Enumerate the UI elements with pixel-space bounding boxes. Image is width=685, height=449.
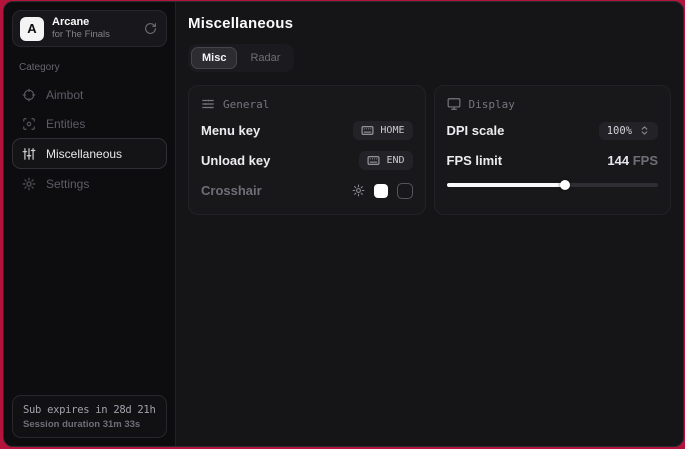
tab-radar[interactable]: Radar — [239, 47, 291, 69]
chevrons-up-down-icon — [639, 125, 650, 136]
unload-key-label: Unload key — [201, 153, 270, 168]
crosshair-label: Crosshair — [201, 183, 262, 198]
app-window: A Arcane for The Finals Category Aimbot … — [3, 1, 684, 447]
dpi-scale-select[interactable]: 100% — [599, 122, 658, 140]
tab-bar: Misc Radar — [188, 44, 294, 72]
tab-misc[interactable]: Misc — [191, 47, 237, 69]
sidebar-item-entities[interactable]: Entities — [12, 109, 167, 138]
sidebar-item-label: Aimbot — [46, 88, 83, 102]
unload-key-row: Unload key END — [201, 150, 413, 171]
sidebar-item-label: Settings — [46, 177, 89, 191]
sidebar-item-label: Entities — [46, 117, 85, 131]
dpi-scale-row: DPI scale 100% — [447, 120, 659, 141]
sidebar-item-label: Miscellaneous — [46, 147, 122, 161]
general-card: General Menu key HOME Unload key — [188, 85, 426, 215]
crosshair-color-swatch[interactable] — [374, 184, 388, 198]
display-card-title: Display — [469, 98, 515, 111]
fps-limit-slider[interactable] — [447, 179, 659, 191]
sidebar-item-aimbot[interactable]: Aimbot — [12, 80, 167, 109]
app-name: Arcane — [52, 16, 110, 30]
main-content: Miscellaneous Misc Radar General Menu ke… — [176, 2, 683, 446]
app-subtitle: for The Finals — [52, 29, 110, 41]
menu-key-value: HOME — [380, 125, 404, 136]
unload-key-value: END — [386, 155, 404, 166]
dpi-scale-value: 100% — [607, 125, 632, 137]
fps-limit-label: FPS limit — [447, 153, 503, 168]
app-logo-card: A Arcane for The Finals — [12, 10, 167, 47]
display-card: Display DPI scale 100% FPS limit 144 FPS — [434, 85, 672, 215]
crosshair-icon — [22, 88, 36, 102]
crosshair-row: Crosshair — [201, 180, 413, 201]
subscription-status-card: Sub expires in 28d 21h Session duration … — [12, 395, 167, 438]
category-label: Category — [19, 62, 167, 73]
fps-limit-row: FPS limit 144 FPS — [447, 150, 659, 171]
keyboard-icon — [361, 124, 374, 137]
session-duration-text: Session duration 31m 33s — [23, 419, 156, 430]
general-card-title: General — [223, 98, 269, 111]
unload-key-button[interactable]: END — [359, 151, 412, 170]
gear-icon — [22, 177, 36, 191]
refresh-icon[interactable] — [144, 22, 157, 35]
monitor-icon — [447, 97, 461, 111]
keyboard-icon — [367, 154, 380, 167]
fps-limit-value: 144 — [607, 153, 629, 168]
sidebar-item-miscellaneous[interactable]: Miscellaneous — [12, 138, 167, 169]
sliders-horizontal-icon — [201, 97, 215, 111]
menu-key-button[interactable]: HOME — [353, 121, 412, 140]
sliders-icon — [22, 147, 36, 161]
sub-expires-text: Sub expires in 28d 21h — [23, 404, 156, 416]
dpi-scale-label: DPI scale — [447, 123, 505, 138]
slider-fill — [447, 183, 565, 187]
slider-thumb[interactable] — [560, 180, 570, 190]
entities-icon — [22, 117, 36, 131]
menu-key-label: Menu key — [201, 123, 260, 138]
fps-limit-unit: FPS — [633, 153, 658, 168]
app-logo: A — [20, 17, 44, 41]
crosshair-checkbox[interactable] — [397, 183, 413, 199]
sidebar: A Arcane for The Finals Category Aimbot … — [4, 2, 176, 446]
page-title: Miscellaneous — [188, 15, 671, 32]
crosshair-settings-icon[interactable] — [352, 184, 365, 197]
menu-key-row: Menu key HOME — [201, 120, 413, 141]
sidebar-item-settings[interactable]: Settings — [12, 169, 167, 198]
